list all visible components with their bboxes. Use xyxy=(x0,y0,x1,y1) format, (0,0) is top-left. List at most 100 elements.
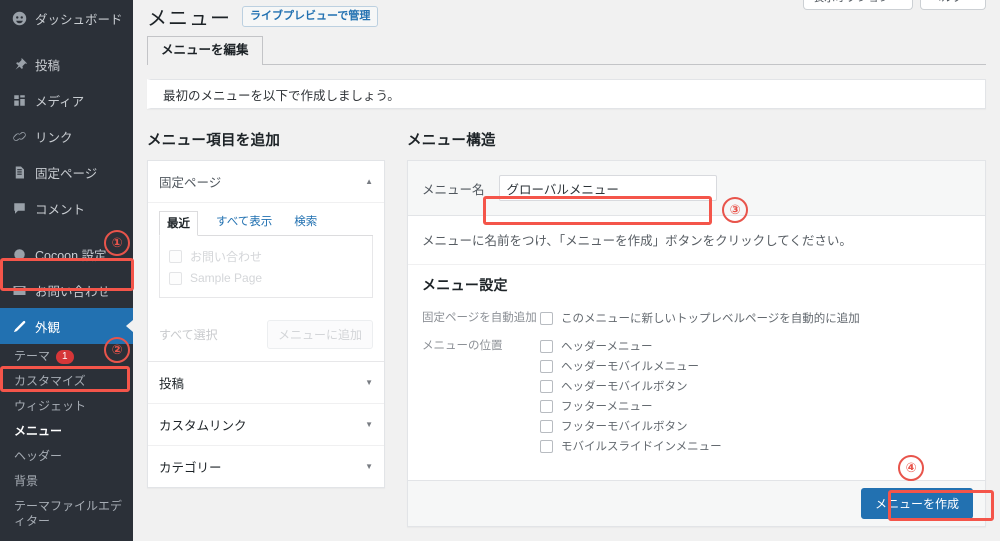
admin-sidebar: ダッシュボード 投稿 メディア リンク 固定ページ コメント Cocoon 設定… xyxy=(0,0,133,541)
menu-help-text: メニューに名前をつけ、「メニューを作成」ボタンをクリックしてください。 xyxy=(408,216,985,265)
list-item[interactable]: お問い合わせ xyxy=(169,245,363,268)
theme-update-badge: 1 xyxy=(56,349,74,364)
sidebar-subitem-theme-file-editor[interactable]: テーマファイルエディター xyxy=(0,494,133,534)
mini-tab-recent[interactable]: 最近 xyxy=(159,211,198,236)
position-option[interactable]: ヘッダーメニュー xyxy=(540,336,722,356)
sidebar-item-pages[interactable]: 固定ページ xyxy=(0,154,133,190)
accordion-header-posts[interactable]: 投稿 ▼ xyxy=(148,361,384,404)
sidebar-subitem-label: メニュー xyxy=(14,424,63,438)
footer-hint-text xyxy=(420,498,423,510)
menu-settings-title: メニュー設定 xyxy=(422,277,508,293)
sidebar-item-label: メディア xyxy=(35,94,85,109)
sidebar-subitem-label: 背景 xyxy=(14,474,39,488)
position-option[interactable]: フッターモバイルボタン xyxy=(540,416,722,436)
add-menu-items-column: メニュー項目を追加 固定ページ ▲ 最近 すべて表示 検索 お問い合わせ Sam… xyxy=(147,129,385,527)
accordion-header-custom-links[interactable]: カスタムリンク ▼ xyxy=(148,404,384,446)
screen-options-button[interactable]: 表示オプション ▼ xyxy=(803,0,914,10)
list-item-label: お問い合わせ xyxy=(190,250,263,264)
sidebar-item-links[interactable]: リンク xyxy=(0,118,133,154)
create-menu-button[interactable]: メニューを作成 xyxy=(860,488,973,519)
menu-panel-footer: メニューを作成 xyxy=(408,480,985,526)
link-icon xyxy=(9,127,29,145)
live-preview-button[interactable]: ライブプレビューで管理 xyxy=(242,5,379,27)
sidebar-item-label: 固定ページ xyxy=(35,166,98,181)
help-button[interactable]: ヘルプ ▼ xyxy=(920,0,986,10)
mail-icon xyxy=(9,281,29,299)
checkbox-icon[interactable] xyxy=(540,339,553,353)
sidebar-subitem-label: ウィジェット xyxy=(14,399,87,413)
sidebar-item-contact[interactable]: お問い合わせ xyxy=(0,272,133,308)
circle-icon xyxy=(9,245,29,263)
comment-icon xyxy=(9,199,29,217)
page-icon xyxy=(9,163,29,181)
accordion-header-pages[interactable]: 固定ページ ▲ xyxy=(148,161,384,203)
position-label: ヘッダーメニュー xyxy=(561,341,653,353)
auto-add-label: 固定ページを自動追加 xyxy=(422,312,537,324)
chevron-up-icon: ▲ xyxy=(365,177,373,186)
checkbox-icon[interactable] xyxy=(540,419,553,433)
select-all-link[interactable]: すべて選択 xyxy=(159,326,218,343)
position-option[interactable]: ヘッダーモバイルボタン xyxy=(540,376,722,396)
chevron-down-icon: ▼ xyxy=(365,378,373,387)
notice-text: 最初のメニューを以下で作成しましょう。 xyxy=(163,88,400,103)
pages-accordion-footer: すべて選択 メニューに追加 xyxy=(148,309,384,361)
sidebar-item-posts[interactable]: 投稿 xyxy=(0,46,133,82)
annotation-number-2: ② xyxy=(104,337,130,363)
sidebar-divider xyxy=(0,36,133,46)
list-item-label: Sample Page xyxy=(190,271,263,285)
checkbox-icon[interactable] xyxy=(540,399,553,413)
checkbox-icon[interactable] xyxy=(540,311,553,325)
sidebar-item-dashboard[interactable]: ダッシュボード xyxy=(0,0,133,36)
sidebar-subitem-label: ヘッダー xyxy=(14,449,63,463)
sidebar-item-comments[interactable]: コメント xyxy=(0,190,133,226)
sidebar-subitem-customize[interactable]: カスタマイズ xyxy=(0,369,133,394)
sidebar-item-label: 投稿 xyxy=(35,58,61,73)
menu-structure-heading: メニュー構造 xyxy=(407,133,496,149)
position-option[interactable]: ヘッダーモバイルメニュー xyxy=(540,356,722,376)
position-label: ヘッダーモバイルボタン xyxy=(561,381,688,393)
position-label: フッターメニュー xyxy=(561,401,653,413)
main-content: 表示オプション ▼ ヘルプ ▼ メニュー ライブプレビューで管理 メニューを編集… xyxy=(133,0,1000,541)
tab-edit-menus[interactable]: メニューを編集 xyxy=(147,36,263,65)
auto-add-checkbox-line[interactable]: このメニューに新しいトップレベルページを自動的に追加 xyxy=(540,308,860,328)
menu-columns: メニュー項目を追加 固定ページ ▲ 最近 すべて表示 検索 お問い合わせ Sam… xyxy=(147,129,986,527)
accordion-title: カスタムリンク xyxy=(159,419,247,433)
mini-tab-view-all[interactable]: すべて表示 xyxy=(212,211,276,231)
checkbox-icon[interactable] xyxy=(540,439,553,453)
checkbox-icon[interactable] xyxy=(169,271,182,285)
page-title: メニュー xyxy=(147,7,231,30)
add-to-menu-button[interactable]: メニューに追加 xyxy=(266,320,373,349)
menu-name-input[interactable] xyxy=(498,175,717,201)
checkbox-icon[interactable] xyxy=(169,250,182,263)
sidebar-subitem-label: テーマファイルエディター xyxy=(14,499,123,528)
menu-settings-section: メニュー設定 固定ページを自動追加 このメニューに新しいトップレベルページを自動… xyxy=(408,265,985,480)
checkbox-icon[interactable] xyxy=(540,379,553,393)
list-item[interactable]: Sample Page xyxy=(169,268,363,288)
menu-name-label: メニュー名 xyxy=(422,182,485,197)
sidebar-subitem-menus[interactable]: メニュー xyxy=(0,419,133,444)
sidebar-subitem-background[interactable]: 背景 xyxy=(0,469,133,494)
tab-bar: メニューを編集 xyxy=(147,35,986,65)
add-menu-items-heading: メニュー項目を追加 xyxy=(147,133,281,149)
sidebar-divider xyxy=(0,534,133,541)
position-option[interactable]: フッターメニュー xyxy=(540,396,722,416)
positions-checkbox-group: ヘッダーメニュー ヘッダーモバイルメニュー ヘッダーモバイルボタン フッターメニ… xyxy=(540,336,722,456)
sidebar-subitem-widgets[interactable]: ウィジェット xyxy=(0,394,133,419)
checkbox-icon[interactable] xyxy=(540,359,553,373)
position-option[interactable]: モバイルスライドインメニュー xyxy=(540,436,722,456)
screen-root: ダッシュボード 投稿 メディア リンク 固定ページ コメント Cocoon 設定… xyxy=(0,0,1000,541)
accordion-title: 投稿 xyxy=(159,377,185,391)
sidebar-item-label: Cocoon 設定 xyxy=(35,248,107,263)
mini-tab-search[interactable]: 検索 xyxy=(290,211,321,231)
sidebar-item-label: ダッシュボード xyxy=(35,12,123,27)
screen-options-label: 表示オプション xyxy=(813,0,890,5)
sidebar-subitem-header[interactable]: ヘッダー xyxy=(0,444,133,469)
position-label: モバイルスライドインメニュー xyxy=(561,441,722,453)
sidebar-subitem-label: テーマ xyxy=(14,349,51,363)
sidebar-item-label: コメント xyxy=(35,202,86,217)
media-icon xyxy=(9,91,29,109)
accordion-header-categories[interactable]: カテゴリー ▼ xyxy=(148,446,384,487)
position-label: ヘッダーモバイルメニュー xyxy=(561,361,699,373)
help-label: ヘルプ xyxy=(930,0,963,5)
sidebar-item-media[interactable]: メディア xyxy=(0,82,133,118)
